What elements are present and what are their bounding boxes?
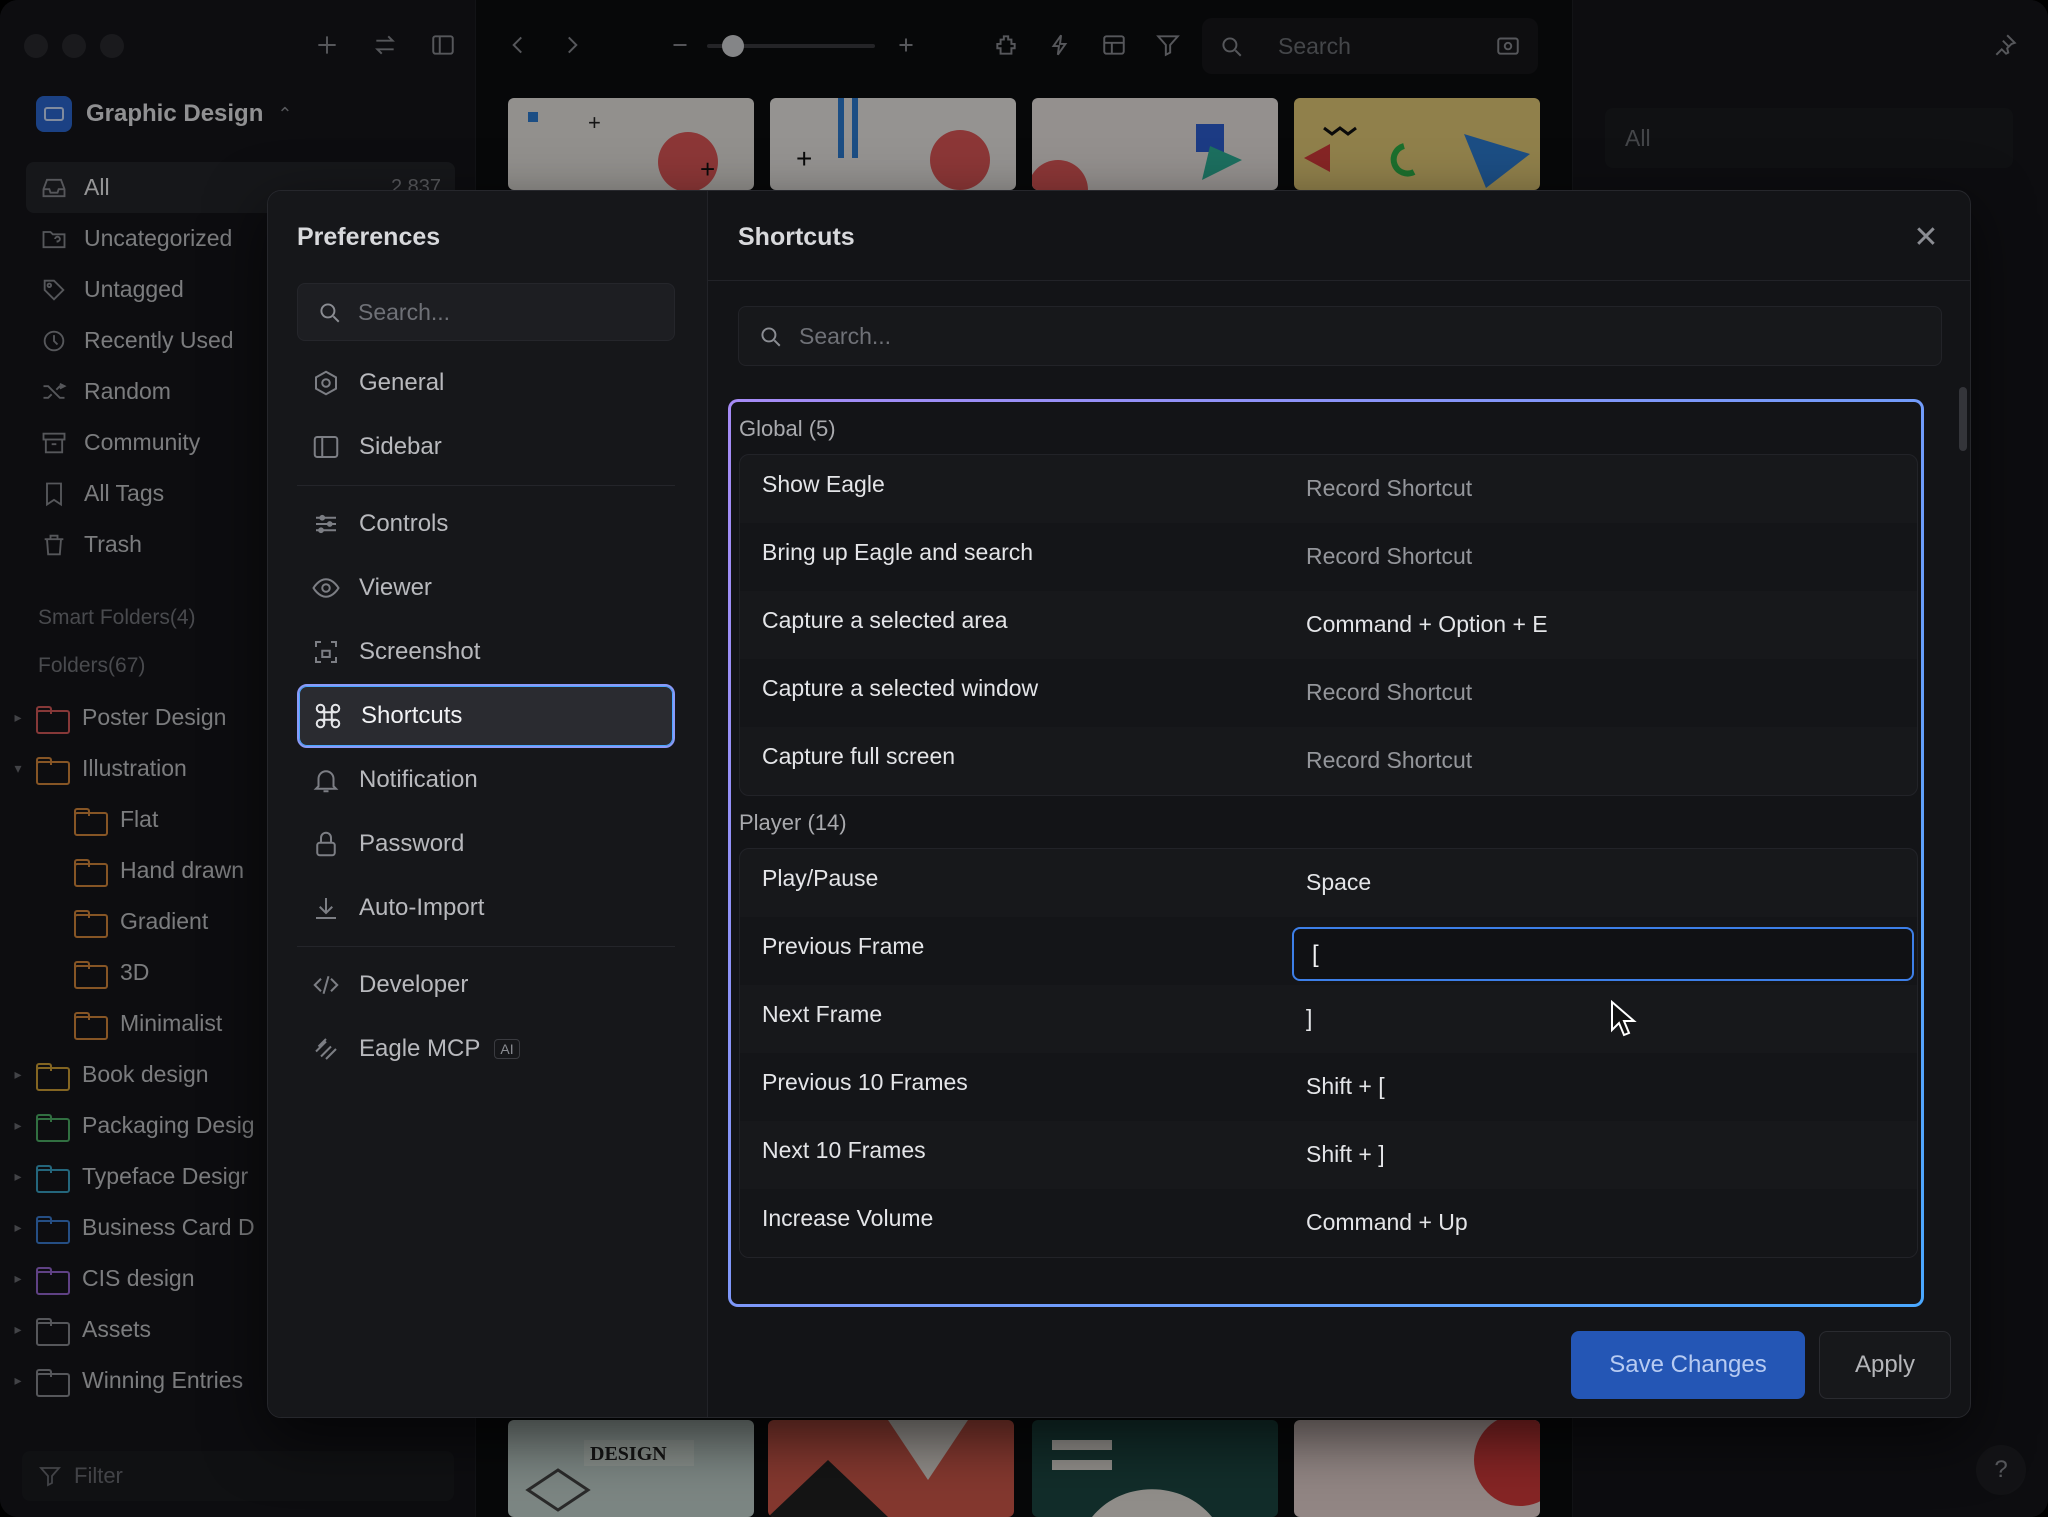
- shortcut-key-value[interactable]: Shift + [: [1306, 1073, 1385, 1100]
- pref-nav-label: Auto-Import: [359, 894, 485, 921]
- pref-nav-label: General: [359, 369, 445, 396]
- shortcut-key-value[interactable]: Command + Up: [1306, 1209, 1468, 1236]
- shortcut-label: Next 10 Frames: [762, 1137, 926, 1163]
- nav-divider: [297, 485, 675, 486]
- shortcut-row: Show Eagle Record Shortcut: [740, 455, 1917, 523]
- pref-nav-label: Controls: [359, 510, 449, 537]
- record-shortcut-button[interactable]: Record Shortcut: [1306, 543, 1472, 570]
- shortcut-label: Show Eagle: [762, 471, 885, 497]
- pref-nav-shortcuts[interactable]: Shortcuts: [297, 684, 675, 748]
- shortcut-label: Capture a selected area: [762, 607, 1008, 633]
- mcp-icon: [315, 1038, 337, 1060]
- eagle-app-window: Graphic Design ⌃ All 2,837 Uncategorized Un…: [0, 0, 2048, 1517]
- shortcut-row: Previous 10 Frames Shift + [: [740, 1053, 1917, 1121]
- eye-icon: [312, 578, 340, 598]
- shortcuts-search-placeholder: Search...: [799, 322, 892, 349]
- shortcut-label: Next Frame: [762, 1001, 883, 1027]
- pref-nav-label: Shortcuts: [361, 702, 463, 729]
- pref-nav-notification[interactable]: Notification: [297, 748, 675, 812]
- pref-nav-label: Sidebar: [359, 433, 442, 460]
- shortcut-row: Bring up Eagle and search Record Shortcut: [740, 523, 1917, 591]
- shortcuts-title: Shortcuts: [738, 223, 855, 251]
- nav-divider: [297, 946, 675, 947]
- ai-badge: AI: [494, 1039, 520, 1059]
- pref-nav-label: Notification: [359, 766, 478, 793]
- preferences-nav: General Sidebar Controls Viewer Screenshot Sh…: [297, 351, 675, 1081]
- shortcut-key-value[interactable]: Command + Option + E: [1306, 611, 1548, 638]
- shortcut-row: Next 10 Frames Shift + ]: [740, 1121, 1917, 1189]
- code-icon: [313, 975, 339, 995]
- pref-nav-viewer[interactable]: Viewer: [297, 556, 675, 620]
- shortcut-key-input[interactable]: [: [1292, 927, 1914, 981]
- shortcut-row: Play/Pause Space: [740, 849, 1917, 917]
- search-icon: [320, 303, 340, 323]
- shortcut-row: Previous Frame [: [740, 917, 1917, 985]
- shortcut-group: Play/Pause Space Previous Frame [ Next Frame…: [739, 848, 1918, 1258]
- pref-nav-label: Screenshot: [359, 638, 481, 665]
- shortcut-group-title: Global (5): [739, 416, 836, 441]
- pref-nav-label: Password: [359, 830, 465, 857]
- preferences-search-input[interactable]: Search...: [297, 283, 675, 341]
- pref-nav-screenshot[interactable]: Screenshot: [297, 620, 675, 684]
- pref-nav-sidebar[interactable]: Sidebar: [297, 415, 675, 479]
- shortcuts-search-input[interactable]: Search...: [738, 306, 1942, 366]
- shortcuts-scrollbar[interactable]: [1959, 387, 1967, 451]
- shortcut-label: Capture full screen: [762, 743, 956, 769]
- search-icon: [761, 327, 781, 347]
- sliders-icon: [316, 514, 336, 534]
- shortcut-group-title: Player (14): [739, 810, 847, 835]
- lock-icon: [316, 831, 336, 857]
- pref-nav-label: Viewer: [359, 574, 432, 601]
- download-icon: [316, 898, 336, 919]
- shortcut-row: Increase Volume Command + Up: [740, 1189, 1917, 1257]
- pref-nav-label: Developer: [359, 971, 469, 998]
- shortcut-label: Play/Pause: [762, 865, 879, 891]
- shortcut-label: Previous 10 Frames: [762, 1069, 968, 1095]
- record-shortcut-button[interactable]: Record Shortcut: [1306, 475, 1472, 502]
- save-changes-button[interactable]: Save Changes: [1571, 1331, 1805, 1399]
- pref-nav-general[interactable]: General: [297, 351, 675, 415]
- shortcut-key-value: [: [1312, 941, 1319, 968]
- shortcuts-header: Shortcuts ✕: [708, 191, 1970, 281]
- preferences-title: Preferences: [297, 223, 441, 251]
- mouse-cursor-icon: [1611, 1000, 1637, 1037]
- shortcut-key-value[interactable]: Space: [1306, 869, 1371, 896]
- shortcut-label: Increase Volume: [762, 1205, 934, 1231]
- preferences-search-placeholder: Search...: [358, 298, 451, 325]
- record-shortcut-button[interactable]: Record Shortcut: [1306, 747, 1472, 774]
- apply-button[interactable]: Apply: [1819, 1331, 1951, 1399]
- shortcut-row: Capture full screen Record Shortcut: [740, 727, 1917, 795]
- pref-nav-auto-import[interactable]: Auto-Import: [297, 876, 675, 940]
- shortcut-row: Next Frame]: [740, 985, 1917, 1053]
- close-icon[interactable]: ✕: [1910, 221, 1942, 254]
- pref-nav-password[interactable]: Password: [297, 812, 675, 876]
- shortcut-group: Show Eagle Record Shortcut Bring up Eagle …: [739, 454, 1918, 796]
- hexagon-gear-icon: [315, 370, 337, 396]
- shortcut-label: Previous Frame: [762, 933, 925, 959]
- shortcut-label: Bring up Eagle and search: [762, 539, 1034, 565]
- command-icon: [315, 703, 341, 729]
- shortcut-row: Capture a selected window Record Shortcut: [740, 659, 1917, 727]
- preferences-dialog: Preferences Search... General Sidebar Cont…: [267, 190, 1971, 1418]
- pref-nav-controls[interactable]: Controls: [297, 492, 675, 556]
- preferences-sidebar: Preferences Search... General Sidebar Cont…: [268, 191, 708, 1417]
- shortcut-row: Capture a selected area Command + Option …: [740, 591, 1917, 659]
- shortcuts-list: Global (5) Show Eagle Record Shortcut Bring…: [728, 399, 1924, 1307]
- shortcut-label: Capture a selected window: [762, 675, 1039, 701]
- pref-nav-developer[interactable]: Developer: [297, 953, 675, 1017]
- shortcut-key-value[interactable]: ]: [1306, 1005, 1312, 1032]
- record-shortcut-button[interactable]: Record Shortcut: [1306, 679, 1472, 706]
- pref-nav-label: Eagle MCP: [359, 1035, 481, 1062]
- sidebar-icon: [313, 436, 339, 458]
- bell-icon: [313, 770, 339, 793]
- pref-nav-eagle-mcp[interactable]: Eagle MCP AI: [297, 1017, 675, 1081]
- screenshot-icon: [315, 641, 337, 663]
- shortcut-key-value[interactable]: Shift + ]: [1306, 1141, 1385, 1168]
